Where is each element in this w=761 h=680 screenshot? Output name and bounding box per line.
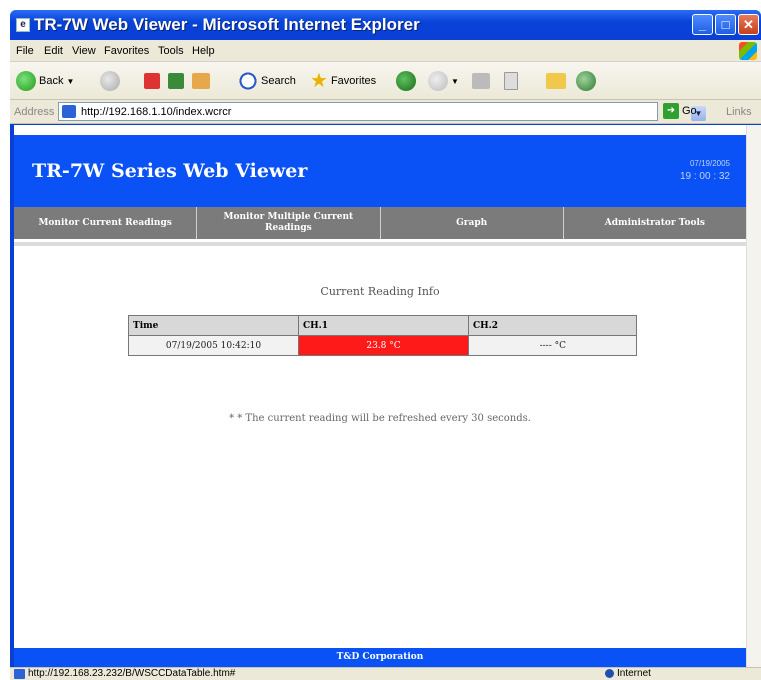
nav-admin-tools[interactable]: Administrator Tools — [564, 207, 746, 239]
page-viewport: TR-7W Series Web Viewer 07/19/2005 19 : … — [14, 125, 746, 667]
mail-button[interactable]: ▼ — [428, 71, 459, 91]
back-arrow-icon — [16, 71, 36, 91]
section-title: Current Reading Info — [320, 285, 440, 298]
media-icon — [396, 71, 416, 91]
globe-icon — [605, 669, 614, 678]
favorites-button[interactable]: ★ Favorites — [310, 71, 376, 91]
close-button[interactable]: ✕ — [738, 14, 759, 35]
table-header-row: Time CH.1 CH.2 — [128, 315, 637, 336]
stop-button[interactable] — [144, 71, 160, 91]
site-time: 19 : 00 : 32 — [679, 171, 730, 182]
site-header: TR-7W Series Web Viewer 07/19/2005 19 : … — [14, 135, 746, 207]
readings-table: Time CH.1 CH.2 07/19/2005 10:42:10 23.8 … — [128, 315, 637, 356]
favorites-label: Favorites — [330, 75, 377, 87]
folder-icon — [546, 73, 566, 89]
document-icon — [504, 72, 518, 90]
toolbar: Back ▼ Search ★ Favorites ▼ — [10, 62, 761, 100]
nav-monitor-current[interactable]: Monitor Current Readings — [14, 207, 198, 239]
mail-icon — [428, 71, 448, 91]
main-nav: Monitor Current Readings Monitor Multipl… — [14, 207, 746, 239]
menu-bar: File Edit View Favorites Tools Help — [10, 40, 761, 62]
nav-monitor-multiple[interactable]: Monitor Multiple Current Readings — [197, 207, 381, 239]
address-bar: Address http://192.168.1.10/index.wcrcr … — [10, 100, 761, 124]
col-header-ch2: CH.2 — [468, 315, 637, 336]
search-label: Search — [261, 75, 296, 87]
page-icon — [62, 105, 76, 118]
cell-ch2: ---- °C — [468, 335, 637, 356]
title-bar[interactable]: e TR-7W Web Viewer - Microsoft Internet … — [10, 10, 761, 40]
back-button[interactable]: Back ▼ — [16, 71, 74, 91]
nav-divider — [14, 242, 746, 246]
vertical-scrollbar[interactable] — [746, 125, 761, 667]
forward-arrow-icon — [100, 71, 120, 91]
search-button[interactable]: Search — [238, 71, 296, 91]
refresh-button[interactable] — [168, 71, 184, 91]
home-icon — [192, 73, 210, 89]
menu-view[interactable]: View — [72, 45, 96, 57]
links-label[interactable]: Links — [726, 106, 752, 118]
refresh-note: * * The current reading will be refreshe… — [229, 413, 531, 424]
refresh-icon — [168, 73, 184, 89]
media-button[interactable] — [396, 71, 416, 91]
ie-icon: e — [16, 18, 30, 32]
site-footer: T&D Corporation — [14, 648, 746, 667]
menu-edit[interactable]: Edit — [44, 45, 63, 57]
zone-label: Internet — [617, 668, 651, 679]
messenger-button[interactable] — [576, 71, 596, 91]
window-title: TR-7W Web Viewer - Microsoft Internet Ex… — [34, 15, 420, 34]
site-title: TR-7W Series Web Viewer — [32, 160, 308, 182]
browser-window: e TR-7W Web Viewer - Microsoft Internet … — [10, 10, 761, 680]
security-zone: Internet — [605, 668, 651, 679]
col-header-ch1: CH.1 — [298, 315, 469, 336]
table-row: 07/19/2005 10:42:10 23.8 °C ---- °C — [128, 335, 637, 356]
messenger-icon — [576, 71, 596, 91]
address-field[interactable]: http://192.168.1.10/index.wcrcr ▼ — [58, 102, 706, 121]
back-dropdown-icon: ▼ — [66, 76, 75, 86]
status-bar: http://192.168.23.232/B/WSCCDataTable.ht… — [10, 667, 761, 680]
minimize-button[interactable]: _ — [692, 14, 713, 35]
cell-ch1: 23.8 °C — [298, 335, 469, 356]
go-arrow-icon: ➜ — [663, 103, 679, 119]
search-icon — [238, 71, 258, 91]
forward-button[interactable] — [100, 71, 120, 91]
menu-tools[interactable]: Tools — [158, 45, 184, 57]
back-label: Back — [39, 75, 64, 87]
stop-icon — [144, 73, 160, 89]
address-url[interactable]: http://192.168.1.10/index.wcrcr — [81, 106, 231, 118]
menu-favorites[interactable]: Favorites — [104, 45, 149, 57]
status-text: http://192.168.23.232/B/WSCCDataTable.ht… — [28, 668, 236, 679]
cell-time: 07/19/2005 10:42:10 — [128, 335, 299, 356]
address-label: Address — [14, 106, 55, 118]
go-label: Go — [682, 105, 697, 117]
printer-icon — [472, 73, 490, 89]
edit-button[interactable] — [504, 71, 518, 91]
site-date: 07/19/2005 — [689, 159, 730, 168]
menu-file[interactable]: File — [16, 45, 34, 57]
windows-logo-icon — [739, 42, 757, 60]
status-page-icon — [14, 669, 25, 679]
col-header-time: Time — [128, 315, 299, 336]
go-button[interactable]: ➜ Go — [663, 103, 697, 119]
menu-help[interactable]: Help — [192, 45, 215, 57]
nav-graph[interactable]: Graph — [381, 207, 564, 239]
home-button[interactable] — [192, 71, 210, 91]
star-icon: ★ — [310, 70, 328, 92]
folder-button[interactable] — [546, 71, 566, 91]
site-clock: 07/19/2005 19 : 00 : 32 — [680, 157, 730, 183]
print-button[interactable] — [472, 71, 490, 91]
mail-dropdown-icon: ▼ — [451, 76, 459, 86]
maximize-button[interactable]: □ — [715, 14, 736, 35]
